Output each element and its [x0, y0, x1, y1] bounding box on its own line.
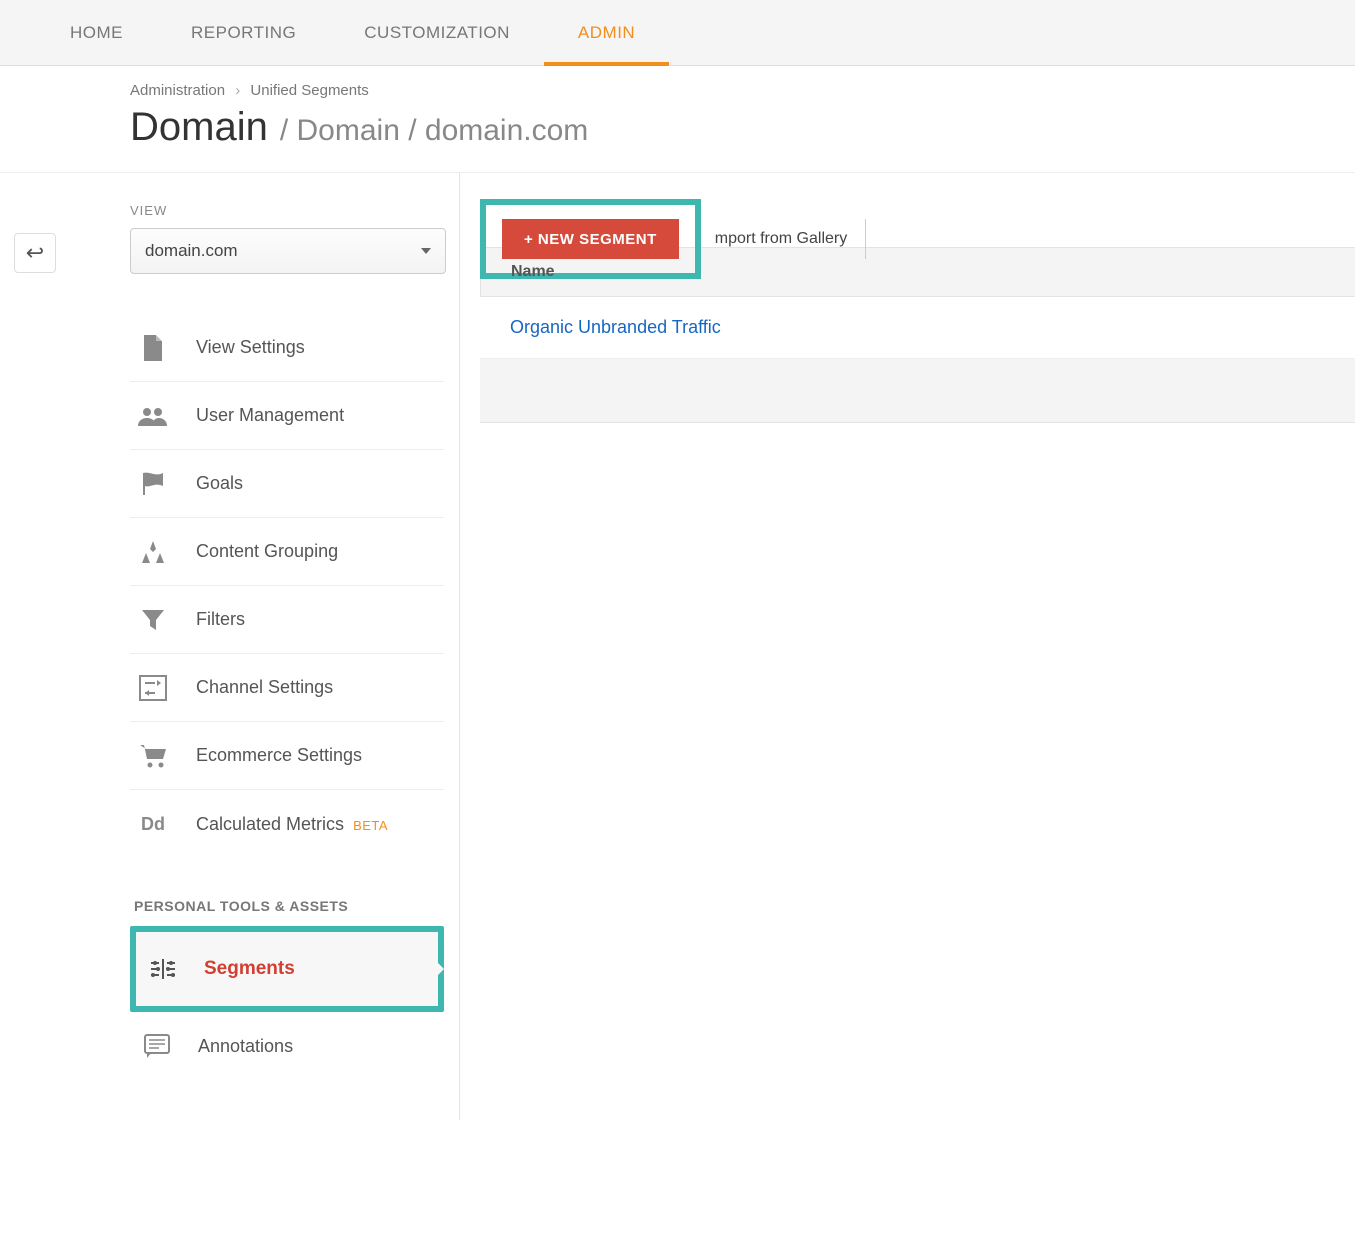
sidebar-item-label: User Management: [196, 405, 344, 426]
channel-icon: [138, 673, 168, 703]
cart-icon: [138, 741, 168, 771]
breadcrumb: Administration › Unified Segments: [130, 82, 1355, 99]
page-title-path: / Domain / domain.com: [280, 114, 588, 148]
annotation-icon: [144, 1034, 170, 1058]
column-header-name[interactable]: Name: [511, 263, 555, 281]
table-footer: [480, 359, 1355, 423]
file-icon: [138, 333, 168, 363]
view-dropdown[interactable]: domain.com: [130, 228, 446, 274]
back-button[interactable]: ↩: [14, 233, 56, 273]
sidebar-item-content-grouping[interactable]: Content Grouping: [130, 518, 444, 586]
dd-icon: Dd: [138, 809, 168, 839]
sidebar: VIEW domain.com View Settings User Manag…: [70, 173, 460, 1120]
tab-customization[interactable]: CUSTOMIZATION: [330, 0, 544, 66]
sidebar-item-label: View Settings: [196, 337, 305, 358]
sidebar-item-label: Goals: [196, 473, 243, 494]
main-content: + NEW SEGMENT mport from Gallery Name Or…: [460, 173, 1355, 1120]
page-title-main: Domain: [130, 105, 268, 150]
new-segment-button[interactable]: + NEW SEGMENT: [502, 219, 679, 259]
tab-home[interactable]: HOME: [36, 0, 157, 66]
table-row: Organic Unbranded Traffic: [480, 297, 1355, 359]
sidebar-item-view-settings[interactable]: View Settings: [130, 314, 444, 382]
back-arrow-icon: ↩: [26, 240, 44, 266]
sidebar-item-label: Calculated Metrics BETA: [196, 814, 388, 835]
sidebar-section-label: PERSONAL TOOLS & ASSETS: [134, 898, 444, 914]
page-title: Domain / Domain / domain.com: [130, 105, 1355, 150]
sidebar-item-channel-settings[interactable]: Channel Settings: [130, 654, 444, 722]
grouping-icon: [138, 537, 168, 567]
view-label: VIEW: [130, 203, 444, 218]
segment-link[interactable]: Organic Unbranded Traffic: [510, 317, 721, 338]
sidebar-item-label: Filters: [196, 609, 245, 630]
sidebar-item-user-management[interactable]: User Management: [130, 382, 444, 450]
sidebar-item-label: Segments: [204, 958, 295, 980]
breadcrumb-separator: ›: [235, 82, 240, 99]
tab-reporting[interactable]: REPORTING: [157, 0, 330, 66]
breadcrumb-item[interactable]: Administration: [130, 82, 225, 99]
chevron-down-icon: [421, 248, 431, 254]
highlight-segments: Segments: [130, 926, 444, 1012]
breadcrumb-item[interactable]: Unified Segments: [250, 82, 368, 99]
funnel-icon: [138, 605, 168, 635]
view-dropdown-value: domain.com: [145, 241, 238, 261]
sidebar-item-label: Content Grouping: [196, 541, 338, 562]
sidebar-item-label: Channel Settings: [196, 677, 333, 698]
segments-icon: [150, 958, 176, 980]
users-icon: [138, 401, 168, 431]
tab-admin[interactable]: ADMIN: [544, 0, 669, 66]
page-header: Administration › Unified Segments Domain…: [0, 66, 1355, 173]
sidebar-item-annotations[interactable]: Annotations: [130, 1012, 444, 1080]
sidebar-item-goals[interactable]: Goals: [130, 450, 444, 518]
beta-badge: BETA: [353, 818, 388, 833]
sidebar-item-label: Ecommerce Settings: [196, 745, 362, 766]
sidebar-item-label: Annotations: [198, 1036, 293, 1057]
flag-icon: [138, 469, 168, 499]
sidebar-item-calculated-metrics[interactable]: Dd Calculated Metrics BETA: [130, 790, 444, 858]
import-from-gallery-link[interactable]: mport from Gallery: [697, 219, 866, 259]
top-navigation: HOME REPORTING CUSTOMIZATION ADMIN: [0, 0, 1355, 66]
sidebar-item-segments[interactable]: Segments: [136, 932, 438, 1006]
sidebar-item-ecommerce-settings[interactable]: Ecommerce Settings: [130, 722, 444, 790]
sidebar-item-filters[interactable]: Filters: [130, 586, 444, 654]
